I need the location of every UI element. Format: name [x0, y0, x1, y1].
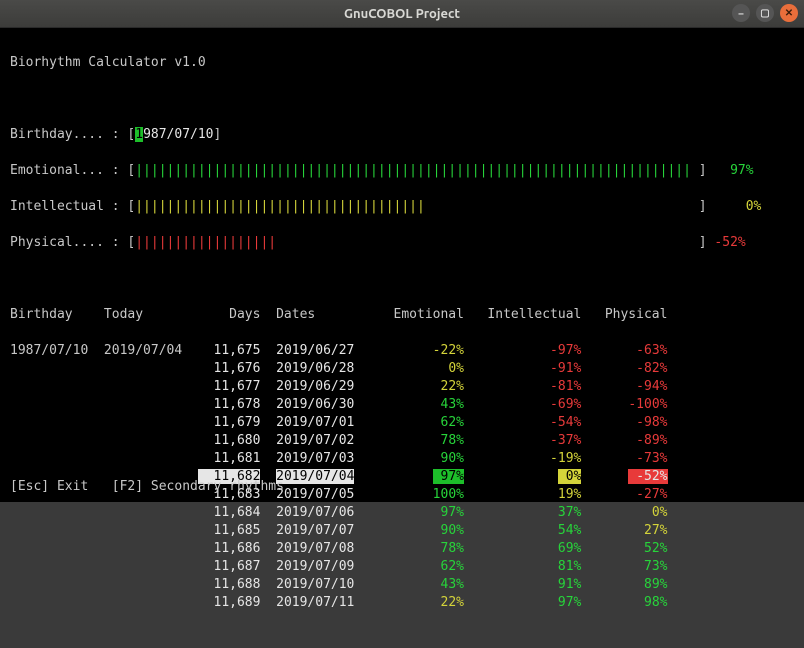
table-row: 11,687 2019/07/09 62% 81% 73% — [10, 558, 794, 576]
table-row: 11,677 2019/06/29 22% -81% -94% — [10, 378, 794, 396]
table-row: 11,685 2019/07/07 90% 54% 27% — [10, 522, 794, 540]
exit-hint: [Esc] Exit — [10, 479, 88, 494]
window-titlebar: GnuCOBOL Project – ▢ ✕ — [0, 0, 804, 28]
table-row: 11,680 2019/07/02 78% -37% -89% — [10, 432, 794, 450]
window-controls: – ▢ ✕ — [732, 4, 798, 22]
table-row: 1987/07/10 2019/07/04 11,675 2019/06/27 … — [10, 342, 794, 360]
table-row: 11,684 2019/07/06 97% 37% 0% — [10, 504, 794, 522]
emotional-bar: ||||||||||||||||||||||||||||||||||||||||… — [135, 163, 699, 178]
table-row: 11,676 2019/06/28 0% -91% -82% — [10, 360, 794, 378]
emotional-label: Emotional... : — [10, 163, 120, 178]
table-row: 11,679 2019/07/01 62% -54% -98% — [10, 414, 794, 432]
table-header: Birthday Today Days Dates Emotional Inte… — [10, 306, 794, 324]
app-title: Biorhythm Calculator v1.0 — [10, 54, 794, 72]
footer: [Esc] Exit [F2] Secondary rhythms — [10, 478, 284, 496]
physical-bar: |||||||||||||||||| — [135, 235, 699, 250]
intellectual-value: 0% — [730, 199, 761, 214]
birthday-label: Birthday.... : [ — [10, 127, 135, 142]
table-row: 11,678 2019/06/30 43% -69% -100% — [10, 396, 794, 414]
emotional-value: 97% — [722, 163, 753, 178]
table-row: 11,686 2019/07/08 78% 69% 52% — [10, 540, 794, 558]
close-button[interactable]: ✕ — [780, 4, 798, 22]
physical-value: -52% — [714, 235, 745, 250]
minimize-button[interactable]: – — [732, 4, 750, 22]
maximize-button[interactable]: ▢ — [756, 4, 774, 22]
physical-label: Physical.... : — [10, 235, 120, 250]
table-row: 11,689 2019/07/11 22% 97% 98% — [10, 594, 794, 612]
terminal: Biorhythm Calculator v1.0 Birthday.... :… — [0, 28, 804, 502]
birthday-input[interactable]: 1987/07/10 — [135, 127, 213, 142]
table-row: 11,681 2019/07/03 90% -19% -73% — [10, 450, 794, 468]
intellectual-label: Intellectual : — [10, 199, 120, 214]
intellectual-bar: ||||||||||||||||||||||||||||||||||||| — [135, 199, 699, 214]
table-body: 1987/07/10 2019/07/04 11,675 2019/06/27 … — [10, 342, 794, 612]
secondary-hint: [F2] Secondary rhythms — [112, 479, 284, 494]
window-title: GnuCOBOL Project — [344, 7, 460, 21]
table-row: 11,688 2019/07/10 43% 91% 89% — [10, 576, 794, 594]
